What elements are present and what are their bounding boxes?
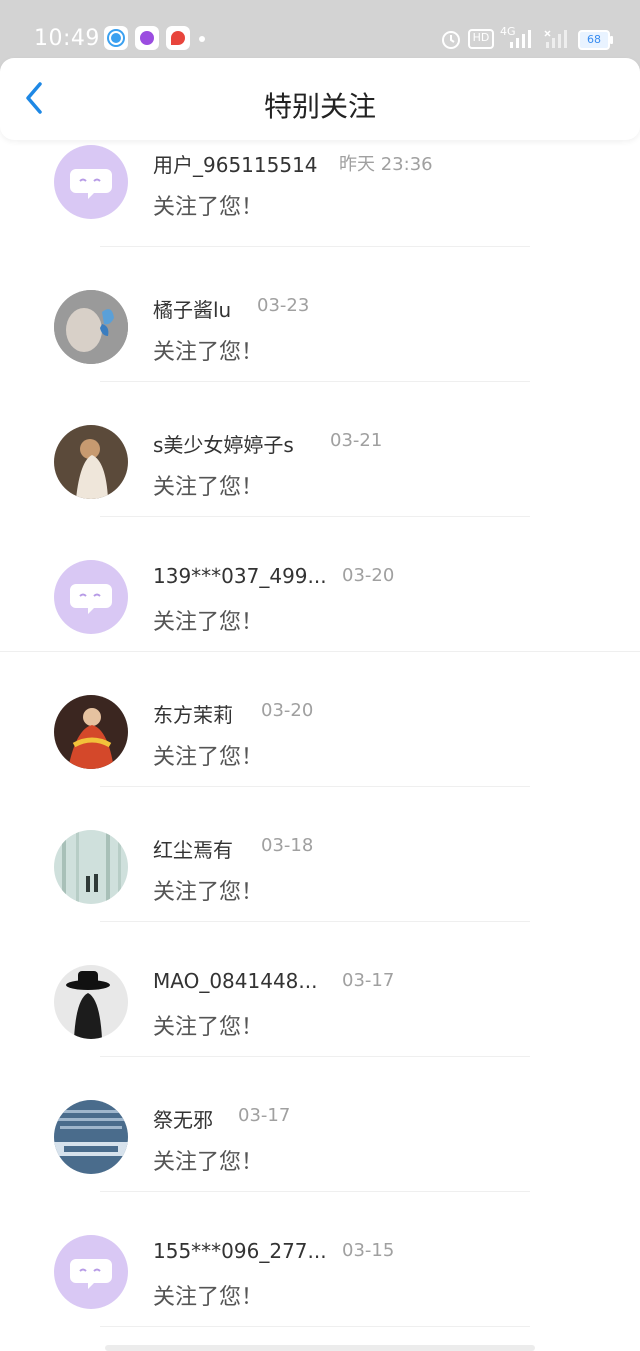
follow-date: 03-15 xyxy=(342,1240,395,1261)
nav-header: 特别关注 xyxy=(0,58,640,140)
follower-name[interactable]: 155***096_277... xyxy=(153,1239,327,1263)
status-time: 10:49 xyxy=(34,26,100,51)
follow-date: 03-20 xyxy=(342,565,395,586)
divider xyxy=(100,1326,530,1327)
divider xyxy=(100,921,530,922)
divider xyxy=(100,1191,530,1192)
bottom-handle xyxy=(105,1345,535,1351)
follow-date: 昨天 23:36 xyxy=(339,154,433,175)
girl-photo-icon xyxy=(54,425,128,499)
divider xyxy=(100,381,530,382)
follow-date: 03-17 xyxy=(238,1105,291,1126)
avatar[interactable] xyxy=(54,695,128,769)
avatar[interactable] xyxy=(54,290,128,364)
follow-message: 关注了您！ xyxy=(153,340,264,365)
page-title: 特别关注 xyxy=(263,90,376,123)
list-item[interactable]: 139***037_499... 03-20 关注了您！ xyxy=(0,535,640,670)
butterfly-photo-icon xyxy=(54,290,128,364)
browser-app-icon xyxy=(104,26,128,50)
avatar[interactable] xyxy=(54,830,128,904)
avatar[interactable] xyxy=(54,1100,128,1174)
follower-name[interactable]: 橘子酱lu xyxy=(153,294,231,323)
chat-bubble-icon xyxy=(70,1259,112,1289)
follow-date: 03-21 xyxy=(330,430,383,451)
battery-icon: 68 xyxy=(578,30,613,50)
avatar[interactable] xyxy=(54,145,128,219)
divider xyxy=(100,516,530,517)
list-item[interactable]: 祭无邪 03-17 关注了您！ xyxy=(0,1075,640,1210)
follower-name[interactable]: s美少女婷婷子s xyxy=(153,429,294,458)
divider xyxy=(0,651,640,652)
list-item[interactable]: s美少女婷婷子s 03-21 关注了您！ xyxy=(0,400,640,535)
signal-icon xyxy=(510,30,531,48)
alarm-icon xyxy=(442,31,460,49)
video-app-icon xyxy=(135,26,159,50)
follower-name[interactable]: MAO_0841448... xyxy=(153,969,317,993)
avatar[interactable] xyxy=(54,425,128,499)
list-item[interactable]: 红尘焉有 03-18 关注了您！ xyxy=(0,805,640,940)
follower-name[interactable]: 用户_965115514 xyxy=(153,149,318,178)
list-item[interactable]: 155***096_277... 03-15 关注了您！ xyxy=(0,1210,640,1345)
more-notifications-icon xyxy=(199,36,205,42)
follow-message: 关注了您！ xyxy=(153,475,264,500)
follower-name[interactable]: 139***037_499... xyxy=(153,564,327,588)
follow-message: 关注了您！ xyxy=(153,195,264,220)
follow-message: 关注了您！ xyxy=(153,880,264,905)
follow-message: 关注了您！ xyxy=(153,1015,264,1040)
costume-photo-icon xyxy=(54,695,128,769)
follow-message: 关注了您！ xyxy=(153,1285,264,1310)
list-item[interactable]: 橘子酱lu 03-23 关注了您！ xyxy=(0,265,640,400)
list-item[interactable]: 用户_965115514 昨天 23:36 关注了您！ xyxy=(0,140,640,265)
divider xyxy=(100,1056,530,1057)
avatar[interactable] xyxy=(54,965,128,1039)
chat-bubble-icon xyxy=(70,169,112,199)
follow-date: 03-23 xyxy=(257,295,310,316)
follow-message: 关注了您！ xyxy=(153,610,264,635)
follower-name[interactable]: 祭无邪 xyxy=(153,1104,213,1133)
follow-message: 关注了您！ xyxy=(153,1150,264,1175)
follow-date: 03-18 xyxy=(261,835,314,856)
hd-icon: HD xyxy=(468,29,494,49)
list-item[interactable]: 东方茉莉 03-20 关注了您！ xyxy=(0,670,640,805)
follow-date: 03-17 xyxy=(342,970,395,991)
follow-date: 03-20 xyxy=(261,700,314,721)
divider xyxy=(100,786,530,787)
avatar[interactable] xyxy=(54,560,128,634)
hat-photo-icon xyxy=(54,965,128,1039)
list-item[interactable]: MAO_0841448... 03-17 关注了您！ xyxy=(0,940,640,1075)
forest-photo-icon xyxy=(54,830,128,904)
divider xyxy=(100,246,530,247)
notification-list[interactable]: 用户_965115514 昨天 23:36 关注了您！ 橘子酱lu 03-23 … xyxy=(0,140,640,1351)
follower-name[interactable]: 红尘焉有 xyxy=(153,834,233,863)
follower-name[interactable]: 东方茉莉 xyxy=(153,699,233,728)
signal-2-icon xyxy=(544,30,567,48)
map-app-icon xyxy=(166,26,190,50)
follow-message: 关注了您！ xyxy=(153,745,264,770)
study-photo-icon xyxy=(54,1100,128,1174)
avatar[interactable] xyxy=(54,1235,128,1309)
chat-bubble-icon xyxy=(70,584,112,614)
